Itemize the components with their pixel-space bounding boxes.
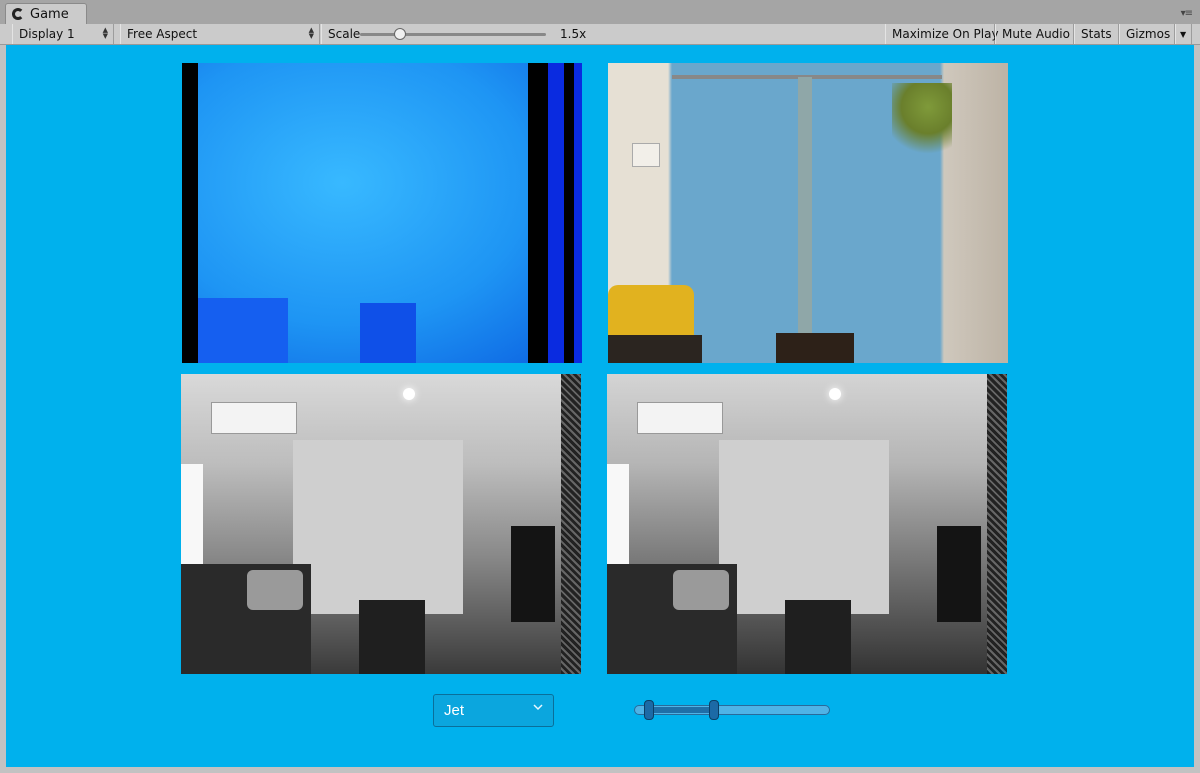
mute-audio-label: Mute Audio <box>1002 27 1070 41</box>
air-conditioner <box>211 402 297 434</box>
maximize-on-play-label: Maximize On Play <box>892 27 999 41</box>
gizmos-toggle[interactable]: Gizmos <box>1119 24 1175 44</box>
curtain-gap <box>798 77 812 363</box>
table <box>359 600 425 674</box>
dropdown-arrows-icon: ▲ ▼ <box>102 26 108 40</box>
sofa <box>608 335 702 363</box>
table <box>785 600 851 674</box>
depth-image <box>182 63 582 363</box>
infrared-right-image <box>607 374 1007 674</box>
stats-toggle[interactable]: Stats <box>1074 24 1119 44</box>
ir-speckle-region <box>561 374 581 674</box>
chevron-down-icon <box>533 704 543 711</box>
tv <box>937 526 981 622</box>
scale-slider-track[interactable] <box>360 33 546 36</box>
maximize-on-play-toggle[interactable]: Maximize On Play <box>885 24 999 44</box>
window <box>181 464 203 574</box>
stats-label: Stats <box>1081 27 1112 41</box>
tab-menu-icon[interactable]: ▾≡ <box>1181 8 1193 19</box>
range-slider-fill <box>649 707 714 713</box>
plant <box>892 83 952 163</box>
scale-control: Scale 1.5x <box>321 24 885 44</box>
window <box>607 464 629 574</box>
scale-label: Scale <box>328 27 361 41</box>
wall-switch <box>632 143 660 167</box>
range-slider-min-handle[interactable] <box>644 700 654 720</box>
tab-title: Game <box>30 6 69 22</box>
pillow <box>247 570 303 610</box>
depth-invalid-region <box>564 63 574 363</box>
unity-logo-icon <box>12 8 24 20</box>
pillow <box>673 570 729 610</box>
dropdown-arrows-icon: ▲ ▼ <box>308 26 314 40</box>
depth-invalid-region <box>528 63 548 363</box>
colormap-dropdown-label: Jet <box>444 702 465 719</box>
curtain <box>293 440 463 614</box>
display-dropdown[interactable]: Display 1 ▲ ▼ <box>12 24 114 44</box>
depth-invalid-region <box>182 63 198 363</box>
lamp <box>829 388 841 400</box>
game-toolbar: Display 1 ▲ ▼ Free Aspect ▲ ▼ Scale 1.5x M… <box>0 24 1200 45</box>
scale-value: 1.5x <box>560 27 587 41</box>
depth-region <box>360 303 416 363</box>
depth-range-slider[interactable] <box>634 700 830 720</box>
game-view[interactable]: Jet <box>6 45 1194 767</box>
aspect-dropdown[interactable]: Free Aspect ▲ ▼ <box>120 24 320 44</box>
scale-slider-thumb[interactable] <box>394 28 406 40</box>
tv <box>511 526 555 622</box>
aspect-dropdown-label: Free Aspect <box>127 27 198 41</box>
air-conditioner <box>637 402 723 434</box>
color-image <box>608 63 1008 363</box>
chevron-down-icon: ▼ <box>1180 29 1187 39</box>
curtain <box>719 440 889 614</box>
tab-strip: Game ▾≡ <box>0 0 1200 24</box>
range-slider-max-handle[interactable] <box>709 700 719 720</box>
ir-speckle-region <box>987 374 1007 674</box>
display-dropdown-label: Display 1 <box>19 27 75 41</box>
mute-audio-toggle[interactable]: Mute Audio <box>995 24 1074 44</box>
lamp <box>403 388 415 400</box>
depth-region <box>198 298 288 363</box>
infrared-left-image <box>181 374 581 674</box>
table <box>776 333 854 363</box>
gizmos-dropdown[interactable]: ▼ <box>1175 24 1192 44</box>
gizmos-label: Gizmos <box>1126 27 1171 41</box>
tab-game[interactable]: Game <box>5 3 87 24</box>
colormap-dropdown[interactable]: Jet <box>433 694 554 727</box>
